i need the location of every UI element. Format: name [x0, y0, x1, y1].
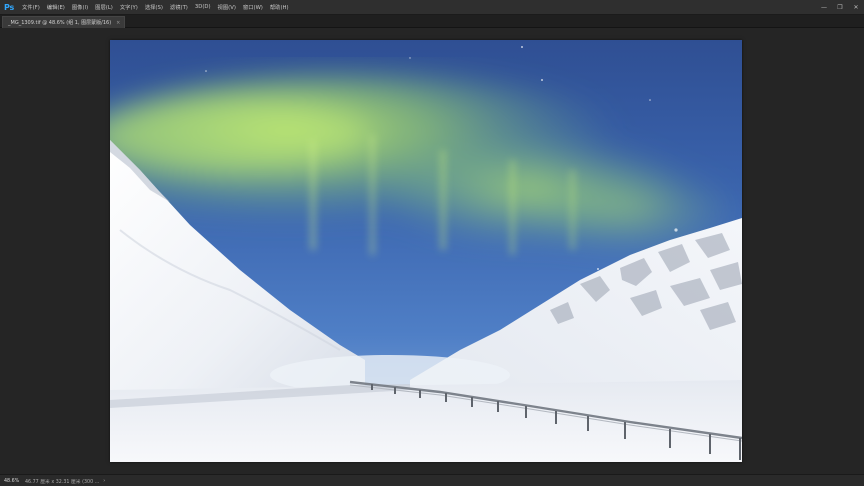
menu-bar: Ps 文件(F) 编辑(E) 图像(I) 图层(L) 文字(Y) 选择(S) 滤… [0, 0, 864, 15]
document-info[interactable]: 46.77 厘米 x 32.31 厘米 (300 ... [25, 478, 99, 485]
document-image[interactable] [110, 40, 742, 462]
window-controls: — ❐ ✕ [816, 0, 864, 14]
zoom-level-field[interactable]: 48.6% [4, 479, 22, 484]
close-icon[interactable]: ✕ [848, 0, 864, 14]
photoshop-logo-icon[interactable]: Ps [0, 0, 18, 14]
menu-edit[interactable]: 编辑(E) [47, 3, 65, 11]
menu-filter[interactable]: 滤镜(T) [170, 3, 188, 11]
menu-file[interactable]: 文件(F) [22, 3, 40, 11]
menu-window[interactable]: 窗口(W) [243, 3, 263, 11]
status-menu-arrow-icon[interactable]: › [103, 478, 105, 484]
document-tab[interactable]: _MG_1309.tif @ 48.6% (组 1, 图层蒙版/16) × [2, 16, 126, 28]
menu-select[interactable]: 选择(S) [145, 3, 163, 11]
menu-3d[interactable]: 3D(D) [195, 4, 211, 10]
restore-icon[interactable]: ❐ [832, 0, 848, 14]
menu-items: 文件(F) 编辑(E) 图像(I) 图层(L) 文字(Y) 选择(S) 滤镜(T… [22, 3, 296, 11]
menu-view[interactable]: 视图(V) [218, 3, 236, 11]
photoshop-window: Ps 文件(F) 编辑(E) 图像(I) 图层(L) 文字(Y) 选择(S) 滤… [0, 0, 864, 486]
status-bar: 48.6% 46.77 厘米 x 32.31 厘米 (300 ... › [0, 474, 864, 486]
menu-layer[interactable]: 图层(L) [95, 3, 113, 11]
menu-type[interactable]: 文字(Y) [120, 3, 138, 11]
canvas-area[interactable] [0, 28, 864, 474]
document-tab-title: _MG_1309.tif @ 48.6% (组 1, 图层蒙版/16) [8, 20, 112, 26]
menu-image[interactable]: 图像(I) [72, 3, 88, 11]
aurora-landscape-photo [110, 40, 742, 462]
document-tab-bar: _MG_1309.tif @ 48.6% (组 1, 图层蒙版/16) × [0, 15, 864, 28]
minimize-icon[interactable]: — [816, 0, 832, 14]
tab-close-icon[interactable]: × [116, 20, 120, 26]
menu-help[interactable]: 帮助(H) [270, 3, 289, 11]
